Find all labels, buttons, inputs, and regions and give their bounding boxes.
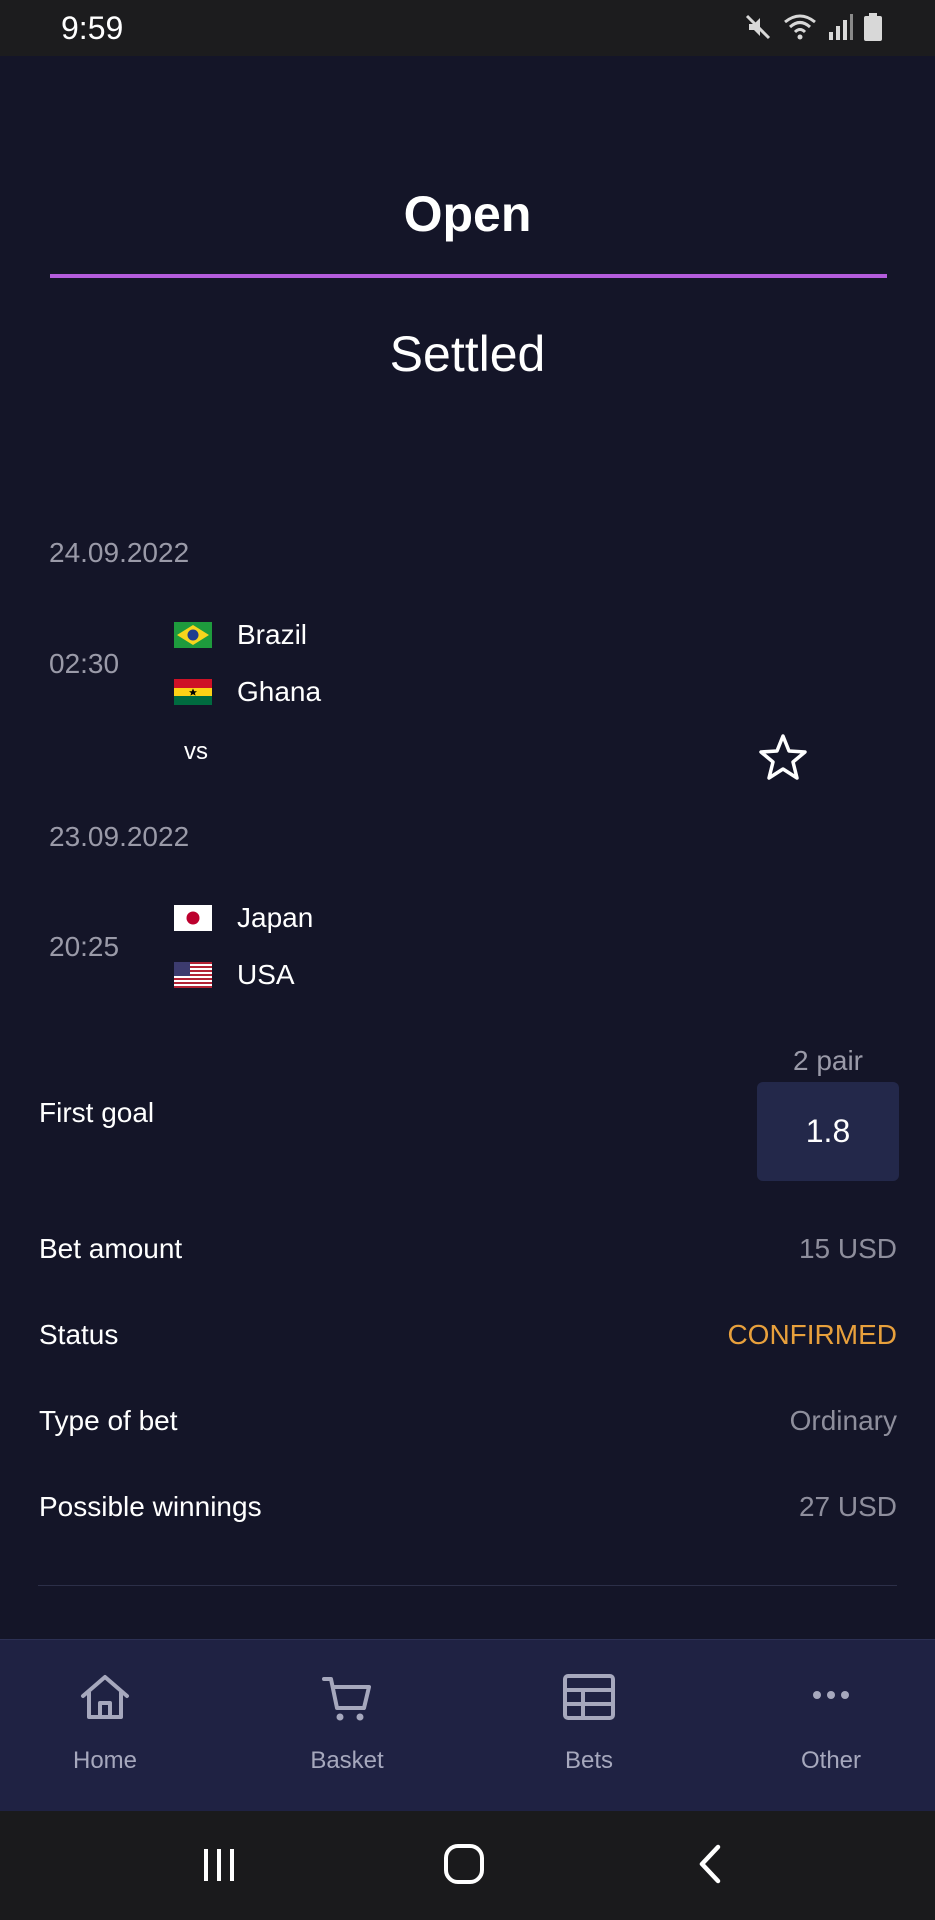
bet-amount-label: Bet amount xyxy=(39,1233,183,1264)
mute-icon xyxy=(745,14,771,40)
nav-label: Other xyxy=(800,1747,862,1774)
japan-flag-icon xyxy=(174,905,212,931)
home-button-icon[interactable] xyxy=(440,1839,490,1889)
possible-winnings-value: 27 USD xyxy=(798,1491,897,1522)
more-icon xyxy=(813,1691,849,1699)
battery-icon xyxy=(864,13,882,41)
nav-item-other[interactable]: Other xyxy=(741,1640,921,1812)
match-date: 24.09.2022 xyxy=(49,537,190,568)
nav-label: Home xyxy=(72,1747,138,1774)
team-name: Ghana xyxy=(237,676,322,707)
status-bar: 9:59 xyxy=(0,0,935,56)
home-icon xyxy=(81,1675,129,1719)
vs-label: vs xyxy=(184,738,208,765)
bottom-nav: Home Basket Bets Other xyxy=(0,1639,935,1811)
usa-flag-icon xyxy=(174,962,212,988)
tab-open[interactable]: Open xyxy=(0,185,935,243)
back-icon[interactable] xyxy=(690,1839,730,1889)
active-tab-indicator xyxy=(50,274,887,278)
nav-label: Basket xyxy=(310,1747,384,1774)
wifi-icon xyxy=(784,14,816,40)
nav-item-bets[interactable]: Bets xyxy=(499,1640,679,1812)
table-icon xyxy=(563,1674,615,1720)
status-label: Status xyxy=(39,1319,119,1350)
market-label: First goal xyxy=(39,1097,155,1128)
status-time: 9:59 xyxy=(61,10,124,46)
possible-winnings-label: Possible winnings xyxy=(39,1491,262,1522)
divider xyxy=(38,1585,897,1586)
bet-amount-value: 15 USD xyxy=(798,1233,897,1264)
team-name: USA xyxy=(237,959,295,990)
brazil-flag-icon xyxy=(174,622,212,648)
bet-type-value: Ordinary xyxy=(789,1405,897,1436)
nav-item-basket[interactable]: Basket xyxy=(257,1640,437,1812)
status-icons xyxy=(743,12,883,42)
status-value: CONFIRMED xyxy=(727,1319,897,1350)
recent-apps-icon[interactable] xyxy=(196,1839,242,1889)
nav-label: Bets xyxy=(564,1747,614,1774)
team-name: Brazil xyxy=(237,619,308,650)
tab-settled[interactable]: Settled xyxy=(0,325,935,383)
team-name: Japan xyxy=(237,902,314,933)
cart-icon xyxy=(322,1677,371,1721)
match-time: 02:30 xyxy=(49,648,120,679)
system-nav-bar xyxy=(0,1811,935,1920)
ghana-flag-icon xyxy=(174,679,212,705)
favorite-star-icon[interactable] xyxy=(757,732,809,784)
nav-item-home[interactable]: Home xyxy=(15,1640,195,1812)
signal-icon xyxy=(829,14,853,40)
pair-label: 2 pair xyxy=(792,1045,864,1076)
match-time: 20:25 xyxy=(49,931,120,962)
match-date: 23.09.2022 xyxy=(49,821,190,852)
odds-button[interactable]: 1.8 xyxy=(757,1082,899,1181)
bet-type-label: Type of bet xyxy=(39,1405,178,1436)
